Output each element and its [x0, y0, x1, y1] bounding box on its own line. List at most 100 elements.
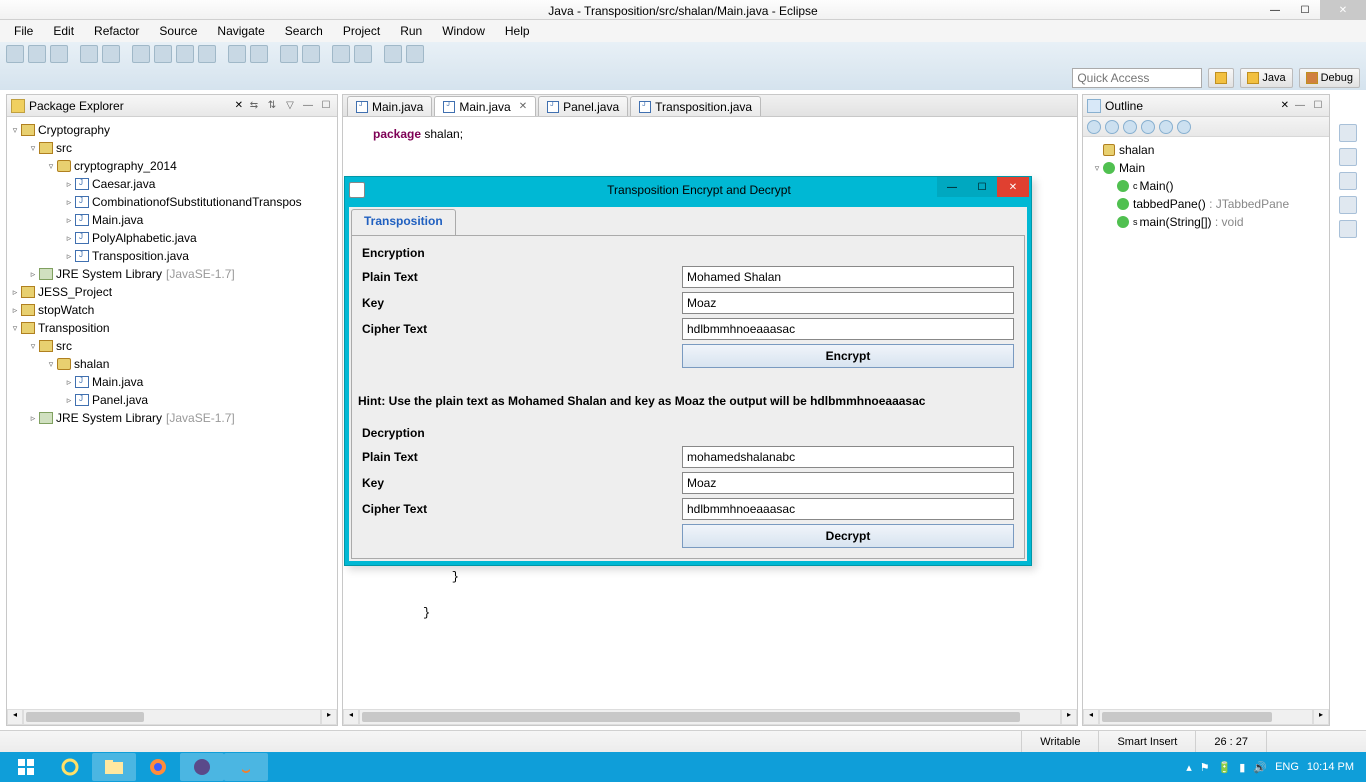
- tree-project-stopwatch[interactable]: ▹stopWatch: [9, 301, 335, 319]
- run-icon[interactable]: [154, 45, 172, 63]
- search-icon[interactable]: [302, 45, 320, 63]
- dialog-minimize-button[interactable]: —: [937, 177, 967, 197]
- menu-edit[interactable]: Edit: [45, 22, 82, 40]
- outline-hscroll[interactable]: ◂ ▸: [1083, 709, 1329, 725]
- task-icon[interactable]: [354, 45, 372, 63]
- hide-non-public-icon[interactable]: [1141, 120, 1155, 134]
- minimized-view-icon[interactable]: [1339, 172, 1357, 190]
- pkg-tab-close-icon[interactable]: ✕: [235, 100, 243, 111]
- open-perspective-button[interactable]: [1208, 68, 1234, 88]
- menu-navigate[interactable]: Navigate: [209, 22, 272, 40]
- menu-run[interactable]: Run: [392, 22, 430, 40]
- outline-ctor[interactable]: cMain(): [1087, 177, 1325, 195]
- tree-file-trans[interactable]: ▹Transposition.java: [9, 247, 335, 265]
- pkg-hscroll[interactable]: ◂ ▸: [7, 709, 337, 725]
- dec-plain-input[interactable]: [682, 446, 1014, 468]
- tree-jre-transposition[interactable]: ▹JRE System Library[JavaSE-1.7]: [9, 409, 335, 427]
- enc-key-input[interactable]: [682, 292, 1014, 314]
- eclipse-taskbar-icon[interactable]: [180, 753, 224, 781]
- view-menu-icon[interactable]: ▽: [283, 99, 297, 113]
- close-button[interactable]: ✕: [1320, 0, 1366, 20]
- tree-pkg-cryptography2014[interactable]: ▿cryptography_2014: [9, 157, 335, 175]
- enc-cipher-input[interactable]: [682, 318, 1014, 340]
- forward-icon[interactable]: [406, 45, 424, 63]
- volume-icon[interactable]: 🔊: [1253, 761, 1267, 774]
- quick-access-input[interactable]: [1072, 68, 1202, 88]
- outline-tabbed[interactable]: tabbedPane() : JTabbedPane: [1087, 195, 1325, 213]
- editor-tab-panel[interactable]: Panel.java: [538, 96, 628, 116]
- minimized-view-icon[interactable]: [1339, 148, 1357, 166]
- dialog-maximize-button[interactable]: ☐: [967, 177, 997, 197]
- new-package-icon[interactable]: [228, 45, 246, 63]
- dialog-titlebar[interactable]: Transposition Encrypt and Decrypt — ☐ ✕: [345, 177, 1031, 203]
- annotation-icon[interactable]: [332, 45, 350, 63]
- collapse-all-icon[interactable]: ⇆: [247, 99, 261, 113]
- hide-fields-icon[interactable]: [1105, 120, 1119, 134]
- tray-arrow-icon[interactable]: ▴: [1186, 761, 1192, 774]
- menu-file[interactable]: File: [6, 22, 41, 40]
- tree-file-caesar[interactable]: ▹Caesar.java: [9, 175, 335, 193]
- task-list-icon[interactable]: [1339, 124, 1357, 142]
- firefox-taskbar-icon[interactable]: [136, 753, 180, 781]
- dialog-close-button[interactable]: ✕: [997, 177, 1029, 197]
- tree-project-transposition[interactable]: ▿Transposition: [9, 319, 335, 337]
- enc-plain-input[interactable]: [682, 266, 1014, 288]
- tree-src-transposition[interactable]: ▿src: [9, 337, 335, 355]
- minimize-view-icon[interactable]: —: [301, 99, 315, 113]
- minimized-view-icon[interactable]: [1339, 220, 1357, 238]
- tree-pkg-shalan[interactable]: ▿shalan: [9, 355, 335, 373]
- dec-cipher-input[interactable]: [682, 498, 1014, 520]
- scroll-right-icon[interactable]: ▸: [321, 709, 337, 725]
- debug-perspective-button[interactable]: Debug: [1299, 68, 1360, 88]
- tree-jre-cryptography[interactable]: ▹JRE System Library[JavaSE-1.7]: [9, 265, 335, 283]
- editor-tab-main1[interactable]: Main.java: [347, 96, 432, 116]
- encrypt-button[interactable]: Encrypt: [682, 344, 1014, 368]
- decrypt-button[interactable]: Decrypt: [682, 524, 1014, 548]
- tree-file-poly[interactable]: ▹PolyAlphabetic.java: [9, 229, 335, 247]
- menu-refactor[interactable]: Refactor: [86, 22, 147, 40]
- tree-project-jess[interactable]: ▹JESS_Project: [9, 283, 335, 301]
- debug-icon[interactable]: [132, 45, 150, 63]
- minimize-button[interactable]: —: [1260, 0, 1290, 20]
- run-last-icon[interactable]: [176, 45, 194, 63]
- outline-tab-close-icon[interactable]: ✕: [1281, 100, 1289, 111]
- editor-hscroll[interactable]: ◂ ▸: [343, 709, 1077, 725]
- outline-minimize-icon[interactable]: —: [1293, 99, 1307, 113]
- dec-key-input[interactable]: [682, 472, 1014, 494]
- flag-icon[interactable]: ⚑: [1200, 761, 1210, 774]
- tab-close-icon[interactable]: ✕: [519, 101, 527, 112]
- java-app-taskbar-icon[interactable]: [224, 753, 268, 781]
- menu-window[interactable]: Window: [434, 22, 493, 40]
- scroll-left-icon[interactable]: ◂: [343, 709, 359, 725]
- explorer-taskbar-icon[interactable]: [92, 753, 136, 781]
- link-editor-icon[interactable]: ⇅: [265, 99, 279, 113]
- outline-main[interactable]: smain(String[]) : void: [1087, 213, 1325, 231]
- sort-icon[interactable]: [1087, 120, 1101, 134]
- ie-taskbar-icon[interactable]: [48, 753, 92, 781]
- start-button[interactable]: [4, 753, 48, 781]
- new-icon[interactable]: [6, 45, 24, 63]
- maximize-view-icon[interactable]: ☐: [319, 99, 333, 113]
- editor-tab-main2[interactable]: Main.java✕: [434, 96, 536, 116]
- scroll-right-icon[interactable]: ▸: [1313, 709, 1329, 725]
- hide-local-icon[interactable]: [1159, 120, 1173, 134]
- tree-file-main2[interactable]: ▹Main.java: [9, 373, 335, 391]
- open-type-icon[interactable]: [280, 45, 298, 63]
- focus-icon[interactable]: [1177, 120, 1191, 134]
- battery-icon[interactable]: 🔋: [1218, 761, 1232, 774]
- scroll-right-icon[interactable]: ▸: [1061, 709, 1077, 725]
- wifi-icon[interactable]: ▮: [1239, 761, 1245, 774]
- minimized-view-icon[interactable]: [1339, 196, 1357, 214]
- scroll-left-icon[interactable]: ◂: [7, 709, 23, 725]
- editor-tab-transposition[interactable]: Transposition.java: [630, 96, 761, 116]
- menu-help[interactable]: Help: [497, 22, 538, 40]
- tree-file-combo[interactable]: ▹CombinationofSubstitutionandTranspos: [9, 193, 335, 211]
- tree-project-cryptography[interactable]: ▿Cryptography: [9, 121, 335, 139]
- maximize-button[interactable]: ☐: [1290, 0, 1320, 20]
- java-perspective-button[interactable]: Java: [1240, 68, 1292, 88]
- language-indicator[interactable]: ENG: [1275, 761, 1299, 773]
- tree-src-cryptography[interactable]: ▿src: [9, 139, 335, 157]
- outline-package[interactable]: shalan: [1087, 141, 1325, 159]
- back-icon[interactable]: [384, 45, 402, 63]
- build-icon[interactable]: [102, 45, 120, 63]
